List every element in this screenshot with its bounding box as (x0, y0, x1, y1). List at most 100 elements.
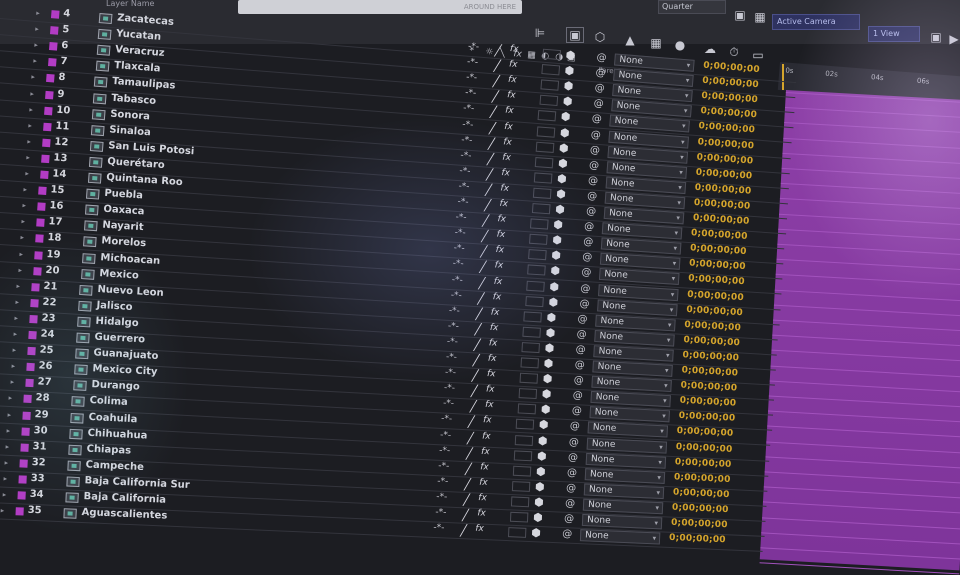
effects-switch[interactable]: fx (477, 508, 486, 518)
quality-pen-icon[interactable]: ╱ (467, 431, 474, 444)
layer-timecode[interactable]: 0;00;00;00 (696, 152, 753, 166)
3d-layer-icon[interactable]: ⬢ (538, 434, 548, 447)
layer-name[interactable]: Campeche (85, 459, 144, 473)
effects-switch[interactable]: fx (501, 168, 510, 179)
label-color-chip[interactable] (44, 106, 53, 115)
label-color-chip[interactable] (48, 42, 58, 51)
quality-pen-icon[interactable]: ╱ (484, 183, 492, 196)
3d-layer-icon[interactable]: ⬢ (560, 126, 571, 140)
quality-pen-icon[interactable]: ╱ (493, 59, 501, 72)
shy-switch-icon[interactable]: -*- (442, 399, 454, 410)
3d-layer-icon[interactable]: ⬢ (544, 341, 554, 355)
quality-pen-icon[interactable]: ╱ (482, 214, 489, 227)
empty-switch-box[interactable] (539, 95, 558, 107)
3d-layer-icon[interactable]: ⬢ (535, 480, 545, 493)
parent-select[interactable]: None ▾ (598, 268, 680, 286)
empty-switch-box[interactable] (536, 125, 556, 138)
layer-timecode[interactable]: 0;00;00;00 (688, 274, 745, 288)
empty-switch-box[interactable] (522, 326, 542, 338)
quality-pen-icon[interactable]: ╱ (474, 338, 481, 351)
layer-name[interactable]: Tlaxcala (113, 60, 160, 75)
empty-switch-box[interactable] (532, 187, 552, 199)
twirl-arrow-icon[interactable]: ▸ (11, 362, 15, 370)
empty-switch-box[interactable] (531, 203, 551, 215)
quality-pen-icon[interactable]: ╱ (494, 44, 502, 57)
empty-switch-box[interactable] (535, 141, 555, 153)
twirl-arrow-icon[interactable]: ▸ (21, 218, 25, 226)
quality-pen-icon[interactable]: ╱ (480, 245, 487, 258)
quality-pen-icon[interactable]: ╱ (487, 152, 495, 165)
effects-switch[interactable]: fx (505, 106, 514, 117)
empty-switch-box[interactable] (524, 295, 544, 307)
effects-switch[interactable]: fx (499, 199, 508, 210)
quality-pen-icon[interactable]: ╱ (469, 400, 476, 413)
shy-switch-icon[interactable]: -*- (467, 57, 479, 68)
shy-switch-icon[interactable]: -*- (461, 135, 473, 146)
layer-name[interactable]: Baja California (83, 491, 166, 506)
twirl-arrow-icon[interactable]: ▸ (28, 121, 32, 129)
empty-switch-box[interactable] (525, 280, 545, 292)
empty-switch-box[interactable] (523, 311, 543, 323)
pickwhip-icon[interactable]: @ (562, 528, 572, 539)
label-color-chip[interactable] (32, 266, 42, 276)
3d-layer-icon[interactable]: ⬢ (536, 465, 546, 478)
effects-switch[interactable]: fx (488, 354, 497, 364)
label-color-chip[interactable] (22, 411, 32, 420)
empty-switch-box[interactable] (537, 110, 557, 122)
layer-timecode[interactable]: 0;00;00;00 (670, 518, 727, 530)
pickwhip-icon[interactable]: @ (567, 467, 578, 478)
3d-layer-icon[interactable]: ⬢ (558, 156, 569, 170)
label-color-chip[interactable] (27, 346, 36, 356)
twirl-arrow-icon[interactable]: ▸ (26, 153, 30, 161)
pickwhip-icon[interactable]: @ (592, 114, 603, 126)
3d-layer-icon[interactable]: ⬢ (550, 264, 560, 278)
label-color-chip[interactable] (43, 122, 52, 131)
shy-switch-icon[interactable]: -*- (439, 445, 450, 456)
layer-name[interactable]: Yucatan (116, 28, 162, 43)
shy-switch-icon[interactable]: -*- (441, 414, 452, 425)
layer-timecode[interactable]: 0;00;00;00 (680, 381, 737, 394)
quality-pen-icon[interactable]: ╱ (475, 323, 482, 336)
parent-select[interactable]: None ▾ (580, 529, 661, 545)
3d-layer-icon[interactable]: ⬢ (562, 95, 573, 109)
pickwhip-icon[interactable]: @ (590, 144, 601, 156)
label-color-chip[interactable] (28, 330, 37, 340)
3d-layer-icon[interactable]: ⬢ (563, 79, 574, 93)
shy-switch-icon[interactable]: -*- (443, 383, 455, 394)
effects-switch[interactable]: fx (503, 137, 512, 148)
twirl-arrow-icon[interactable]: ▸ (3, 475, 7, 483)
empty-switch-box[interactable] (514, 434, 534, 446)
twirl-arrow-icon[interactable]: ▸ (25, 170, 29, 178)
effects-switch[interactable]: fx (489, 338, 498, 348)
pickwhip-icon[interactable]: @ (570, 421, 581, 432)
pickwhip-icon[interactable]: @ (571, 406, 582, 418)
3d-layer-icon[interactable]: ⬢ (552, 233, 562, 247)
quality-pen-icon[interactable]: ╱ (476, 307, 483, 320)
layer-name[interactable]: Morelos (101, 236, 146, 250)
pickwhip-icon[interactable]: @ (584, 221, 595, 233)
empty-switch-box[interactable] (519, 372, 538, 384)
layer-timecode[interactable]: 0;00;00;00 (687, 289, 744, 302)
layer-timecode[interactable]: 0;00;00;00 (699, 122, 756, 136)
empty-switch-box[interactable] (518, 388, 537, 400)
pickwhip-icon[interactable]: @ (565, 498, 575, 509)
empty-switch-box[interactable] (530, 218, 549, 230)
twirl-arrow-icon[interactable]: ▸ (14, 314, 18, 322)
shy-switch-icon[interactable]: -*- (436, 492, 447, 502)
effects-switch[interactable]: fx (480, 462, 489, 472)
label-color-chip[interactable] (16, 491, 26, 500)
quality-pen-icon[interactable]: ╱ (477, 292, 484, 305)
layer-name[interactable]: Sonora (110, 108, 150, 122)
shy-switch-icon[interactable]: -*- (459, 166, 471, 177)
parent-select[interactable]: None ▾ (585, 452, 667, 469)
effects-switch[interactable]: fx (482, 431, 491, 441)
shy-switch-icon[interactable]: -*- (457, 197, 469, 208)
empty-switch-box[interactable] (533, 172, 553, 184)
effects-switch[interactable]: fx (498, 214, 507, 225)
layer-name[interactable]: Zacatecas (117, 12, 175, 28)
layer-name[interactable]: Mexico City (92, 363, 157, 377)
label-color-chip[interactable] (26, 362, 35, 372)
effects-switch[interactable]: fx (475, 524, 484, 534)
twirl-arrow-icon[interactable]: ▸ (18, 266, 22, 274)
layer-name[interactable]: Hidalgo (95, 316, 139, 329)
